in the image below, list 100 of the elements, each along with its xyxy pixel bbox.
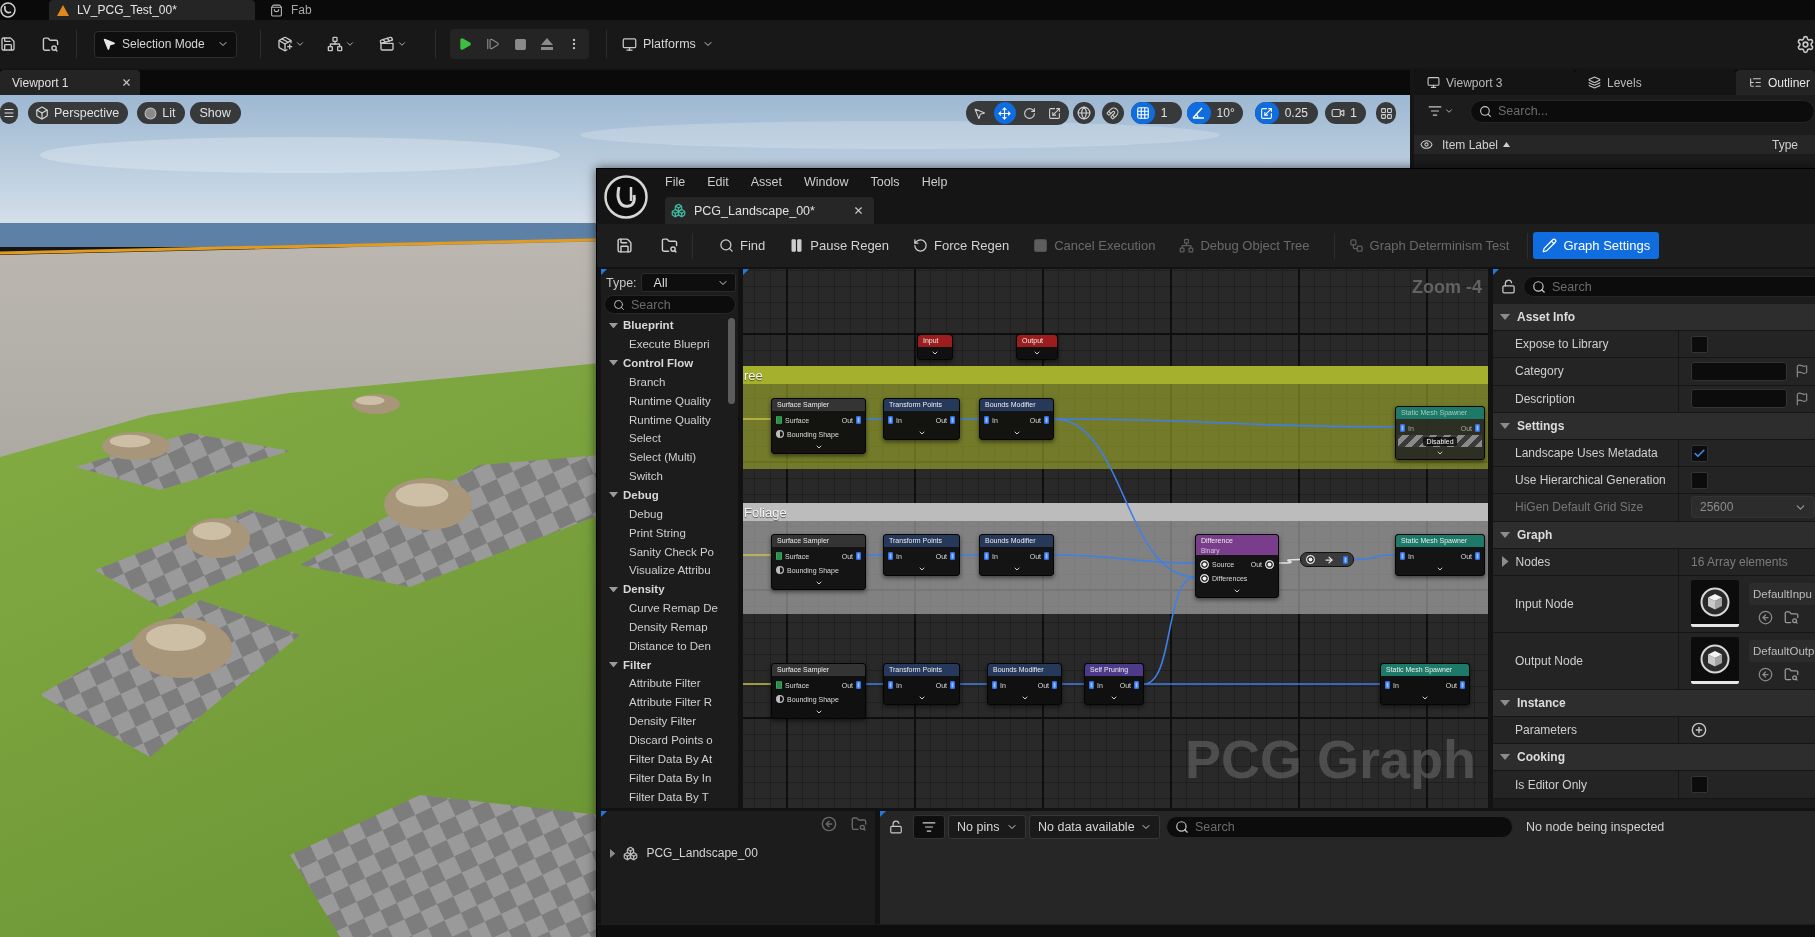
section-header[interactable]: Graph: [1493, 521, 1815, 549]
view-mode-button[interactable]: Perspective: [28, 102, 129, 124]
section-header[interactable]: Instance: [1493, 689, 1815, 718]
collapse-arrow-icon[interactable]: [1500, 422, 1510, 429]
section-header[interactable]: Asset Info: [1493, 304, 1815, 332]
search-field[interactable]: Search: [1166, 816, 1513, 838]
find-button[interactable]: Find: [713, 232, 772, 259]
collapse-arrow-icon[interactable]: [1500, 699, 1510, 706]
points-pin-icon[interactable]: [888, 681, 893, 689]
chevron-icon[interactable]: [814, 579, 823, 587]
add-icon[interactable]: [1691, 722, 1707, 739]
chevron-icon[interactable]: [1421, 694, 1429, 702]
close-icon[interactable]: [121, 77, 132, 88]
stop-icon[interactable]: [514, 37, 527, 51]
points-pin-icon[interactable]: [1134, 681, 1139, 689]
checkbox[interactable]: [1691, 776, 1708, 794]
collapse-arrow-icon[interactable]: [1500, 314, 1510, 321]
move-tool-button[interactable]: [993, 102, 1016, 124]
category-label[interactable]: Debug: [623, 489, 659, 501]
close-icon[interactable]: [853, 205, 864, 216]
checkbox[interactable]: [1691, 444, 1708, 462]
palette-item[interactable]: Distance to Den: [629, 639, 711, 652]
expand-arrow-icon[interactable]: [610, 848, 616, 858]
shape-pin-icon[interactable]: [776, 566, 784, 574]
palette-item[interactable]: Switch: [629, 470, 663, 483]
grid-snap-button[interactable]: 1: [1130, 102, 1182, 124]
column-header[interactable]: Item Label: [1442, 137, 1511, 152]
asset-picker[interactable]: DefaultInpu: [1749, 582, 1815, 605]
palette-item[interactable]: Debug: [629, 507, 663, 520]
data-pin-icon[interactable]: [1306, 555, 1315, 564]
category-label[interactable]: Density: [623, 583, 665, 596]
shape-pin-icon[interactable]: [776, 430, 784, 438]
play-icon[interactable]: [458, 37, 472, 51]
points-pin-icon[interactable]: [856, 416, 861, 424]
points-pin-icon[interactable]: [1385, 681, 1390, 689]
editor-tab[interactable]: Fab: [262, 0, 352, 20]
settings-icon[interactable]: [1796, 34, 1815, 54]
show-button[interactable]: Show: [189, 102, 241, 124]
palette-item[interactable]: Print String: [629, 526, 686, 539]
palette-item[interactable]: Select (Multi): [629, 451, 697, 464]
filter-button[interactable]: [913, 815, 945, 839]
data-pin-icon[interactable]: [1200, 573, 1209, 583]
caret-icon[interactable]: [1444, 106, 1454, 116]
flag-icon[interactable]: [1795, 364, 1809, 379]
asset-thumbnail[interactable]: [1691, 580, 1739, 628]
checkbox[interactable]: [1691, 471, 1708, 489]
palette-item[interactable]: Discard Points o: [629, 734, 713, 746]
pause-button[interactable]: Pause Regen: [783, 232, 896, 259]
chevron-icon[interactable]: [1012, 565, 1021, 573]
collapse-arrow-icon[interactable]: [609, 322, 618, 329]
menu-item[interactable]: Edit: [696, 170, 740, 193]
chevron-icon[interactable]: [1012, 429, 1021, 437]
selection-mode-button[interactable]: Selection Mode: [94, 30, 237, 58]
filter-icon[interactable]: [1428, 104, 1442, 118]
points-pin-icon[interactable]: [1044, 552, 1049, 560]
chevron-icon[interactable]: [931, 349, 939, 357]
category-label[interactable]: Filter: [623, 658, 652, 671]
panel-tab[interactable]: Outliner: [1736, 70, 1815, 95]
points-pin-icon[interactable]: [950, 416, 955, 424]
points-pin-icon[interactable]: [1460, 681, 1465, 689]
regen-button[interactable]: Force Regen: [907, 232, 1016, 259]
tree-item-label[interactable]: PCG_Landscape_00: [646, 846, 758, 860]
section-header[interactable]: Settings: [1493, 412, 1815, 440]
menu-item[interactable]: Asset: [739, 170, 793, 193]
category-label[interactable]: Control Flow: [623, 357, 694, 370]
points-pin-icon[interactable]: [1475, 552, 1480, 560]
browse-icon[interactable]: [1784, 666, 1799, 682]
text-field[interactable]: [1691, 361, 1787, 381]
lock-icon[interactable]: [889, 820, 903, 834]
palette-item[interactable]: Density Remap: [629, 620, 708, 633]
points-pin-icon[interactable]: [1052, 681, 1057, 689]
menu-item[interactable]: Help: [910, 170, 959, 193]
points-pin-icon[interactable]: [1089, 681, 1094, 689]
data-pin-icon[interactable]: [1265, 559, 1274, 569]
points-pin-icon[interactable]: [1343, 555, 1348, 564]
browse-icon[interactable]: [1784, 609, 1799, 625]
chevron-icon[interactable]: [1020, 694, 1029, 702]
chevron-icon[interactable]: [1033, 349, 1041, 357]
palette-item[interactable]: Visualize Attribu: [629, 564, 711, 577]
collapse-arrow-icon[interactable]: [609, 360, 618, 366]
viewport-tab[interactable]: Viewport 1: [0, 70, 140, 95]
collapse-arrow-icon[interactable]: [609, 492, 618, 498]
text-field[interactable]: [1691, 389, 1787, 409]
scrollbar-thumb[interactable]: [728, 318, 735, 404]
chevron-icon[interactable]: [814, 708, 823, 716]
palette-item[interactable]: Filter Data By At: [629, 752, 713, 765]
lock-icon[interactable]: [1501, 279, 1516, 294]
arrow-left-icon[interactable]: [821, 816, 837, 832]
points-pin-icon[interactable]: [888, 552, 893, 560]
collapse-arrow-icon[interactable]: [609, 661, 618, 668]
browse-icon[interactable]: [42, 35, 59, 53]
palette-item[interactable]: Density Filter: [629, 715, 697, 728]
points-pin-icon[interactable]: [950, 681, 955, 689]
step-forward-icon[interactable]: [486, 37, 500, 51]
palette-item[interactable]: Execute Bluepri: [629, 338, 710, 351]
clapperboard-icon[interactable]: [379, 36, 395, 52]
arrow-left-icon[interactable]: [1758, 609, 1773, 625]
save-icon[interactable]: [0, 36, 16, 52]
column-header[interactable]: Type: [1772, 137, 1815, 152]
convert-node[interactable]: [1300, 552, 1354, 567]
